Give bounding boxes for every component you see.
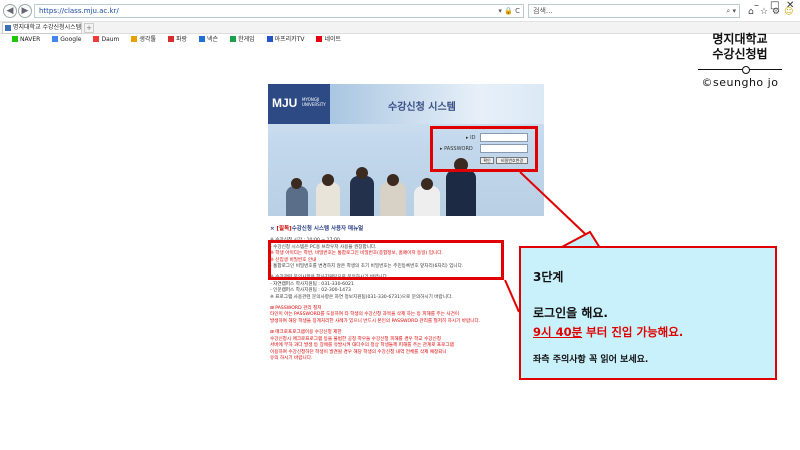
favorite-label: 아프리카TV <box>274 36 305 43</box>
callout-time: 9시 40분 <box>533 325 583 339</box>
favorite-item[interactable]: NAVER <box>6 34 40 45</box>
favorite-icon <box>131 36 138 42</box>
divider-ornament <box>698 64 782 74</box>
favorite-label: 넥슨 <box>207 36 219 43</box>
minimize-button[interactable]: – <box>754 0 759 11</box>
callout-line3: 좌측 주의사항 꼭 읽어 보세요. <box>533 355 649 365</box>
login-highlight-box <box>430 126 538 172</box>
favorite-item[interactable]: 아프리카TV <box>261 34 305 45</box>
author-block: 명지대학교 수강신청법 ©seungho jo <box>690 32 790 89</box>
search-placeholder: 검색... <box>533 7 553 15</box>
favorite-icon <box>266 36 273 42</box>
callout-line2: 9시 40분 부터 진입 가능해요. <box>533 324 683 340</box>
notice-heading[interactable]: × [필독]수강신청 시스템 사용자 매뉴얼 <box>270 226 506 232</box>
favorite-item[interactable]: 파랑 <box>162 34 187 45</box>
favorite-item[interactable]: 생각툴 <box>125 34 156 45</box>
smiley-icon[interactable]: ☺ <box>784 7 793 17</box>
home-icon[interactable]: ⌂ <box>748 7 754 17</box>
search-controls[interactable]: ⌕ ▾ <box>726 5 736 17</box>
callout-line1: 로그인을 해요. <box>533 306 608 320</box>
tab-favicon-icon <box>5 25 11 31</box>
notice-highlight-box <box>268 240 504 280</box>
star-icon[interactable]: ☆ <box>760 7 768 17</box>
callout-connector-notice <box>504 279 520 313</box>
favorite-item[interactable]: 한게임 <box>224 34 255 45</box>
new-tab-button[interactable]: + <box>84 23 94 33</box>
favorites-bar: NAVER Google Daum 생각툴 파랑 넥슨 한게임 아프리카TV 네이트 <box>0 34 800 45</box>
favorite-icon <box>52 36 59 42</box>
favorite-icon <box>12 36 18 42</box>
favorite-label: 한게임 <box>238 36 255 43</box>
logo-subtext: MYONGJI UNIVERSITY <box>302 97 326 107</box>
address-url: https://class.mju.ac.kr/ <box>39 7 119 15</box>
search-input[interactable]: 검색... ⌕ ▾ <box>528 4 740 18</box>
system-title: 수강신청 시스템 <box>388 102 456 113</box>
favorite-item[interactable]: 넥슨 <box>193 34 218 45</box>
mju-logo: MJU MYONGJI UNIVERSITY <box>268 84 330 124</box>
favorite-label: 파랑 <box>175 36 188 43</box>
favorite-icon <box>167 36 174 42</box>
address-controls[interactable]: ▾ 🔒 C <box>498 5 520 17</box>
forward-icon[interactable]: ▶ <box>18 4 32 18</box>
favorite-icon <box>230 36 237 42</box>
gear-icon[interactable]: ⚙ <box>772 7 780 17</box>
favorite-icon <box>316 36 323 42</box>
favorite-label: Google <box>60 36 82 43</box>
address-bar[interactable]: https://class.mju.ac.kr/ ▾ 🔒 C <box>34 4 524 18</box>
favorite-item[interactable]: 네이트 <box>310 34 341 45</box>
favorite-icon <box>93 36 100 42</box>
notice-item: 유의 하시기 바랍니다. <box>270 355 313 361</box>
callout-connectors <box>504 171 602 313</box>
favorite-label: NAVER <box>20 36 41 43</box>
tab-title: 명지대학교 수강신청시스템 <box>13 24 82 31</box>
copyright-text: ©seungho jo <box>701 76 779 89</box>
logo-text: MJU <box>272 96 298 110</box>
notice-item: 발생하여 해당 학생을 징계처리한 사례가 있으니 반드시 본인의 PASSWO… <box>270 318 481 324</box>
callout-line2-rest: 부터 진입 가능해요. <box>582 325 684 339</box>
back-icon[interactable]: ◀ <box>3 4 17 18</box>
favorite-item[interactable]: Google <box>46 34 81 45</box>
favorite-item[interactable]: Daum <box>87 34 119 45</box>
guide-title-line2: 수강신청법 <box>712 47 768 61</box>
instruction-callout: 3단계 로그인을 해요. 9시 40분 부터 진입 가능해요. 좌측 주의사항 … <box>519 246 777 380</box>
tab-strip <box>0 22 800 34</box>
favorite-label: 네이트 <box>324 36 342 43</box>
favorite-label: 생각툴 <box>139 36 156 43</box>
tab-active[interactable]: 명지대학교 수강신청시스템 <box>2 22 82 34</box>
favorite-icon <box>199 36 206 42</box>
guide-title-line1: 명지대학교 <box>712 32 768 46</box>
step-label: 3단계 <box>533 270 564 284</box>
favorite-label: Daum <box>101 36 120 43</box>
